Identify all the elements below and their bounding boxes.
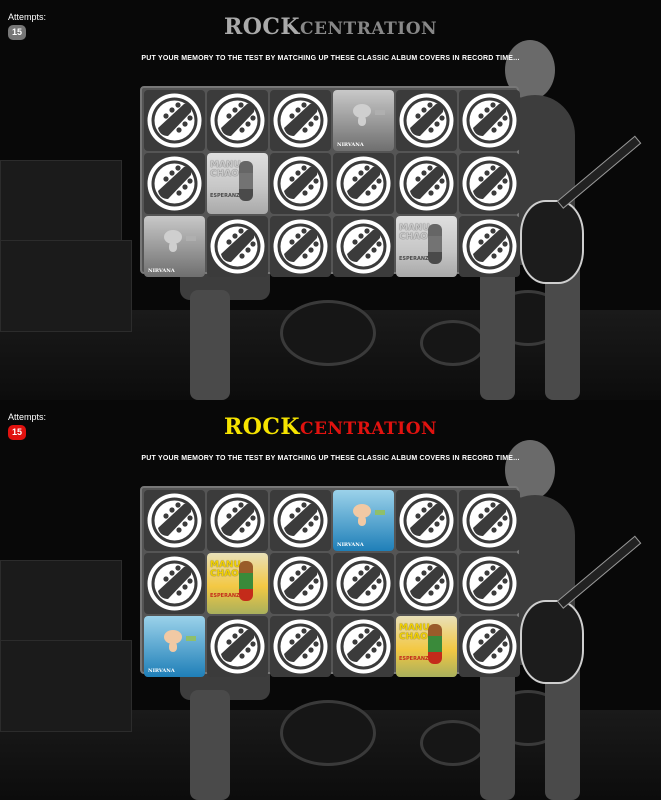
card-back[interactable] (459, 553, 520, 614)
cover-album-label: ESPERANZA (399, 256, 433, 262)
nirvana-nevermind-cover: NIRVANA (333, 90, 394, 151)
guitar-headstock-icon (270, 616, 331, 677)
guitar-headstock-icon (459, 216, 520, 277)
cover-album-label: ESPERANZA (210, 593, 244, 599)
guitar-headstock-icon (396, 553, 457, 614)
manu-chao-esperanza-cover: MANU CHAO ESPERANZA (396, 216, 457, 277)
cover-artist-line2: CHAO (210, 569, 239, 579)
guitar-headstock-icon (333, 616, 394, 677)
card-manu-chao-esperanza[interactable]: MANU CHAO ESPERANZA (396, 616, 457, 677)
card-back[interactable] (459, 153, 520, 214)
guitar-headstock-icon (270, 153, 331, 214)
guitar-headstock-icon (333, 153, 394, 214)
guitar-headstock-icon (270, 90, 331, 151)
cover-artist-line2: CHAO (399, 632, 428, 642)
guitar-headstock-icon (396, 90, 457, 151)
cover-band-label: NIRVANA (337, 542, 364, 548)
card-back[interactable] (396, 553, 457, 614)
card-back[interactable] (207, 616, 268, 677)
card-back[interactable] (333, 216, 394, 277)
card-back[interactable] (333, 553, 394, 614)
card-manu-chao-esperanza[interactable]: MANU CHAO ESPERANZA (207, 553, 268, 614)
card-back[interactable] (459, 90, 520, 151)
guitar-headstock-icon (459, 553, 520, 614)
card-back[interactable] (207, 490, 268, 551)
guitar-headstock-icon (144, 553, 205, 614)
card-back[interactable] (459, 616, 520, 677)
card-manu-chao-esperanza[interactable]: MANU CHAO ESPERANZA (207, 153, 268, 214)
guitar-headstock-icon (459, 90, 520, 151)
nirvana-nevermind-cover: NIRVANA (144, 616, 205, 677)
guitar-headstock-icon (459, 616, 520, 677)
card-board: NIRVANA MANU CHAO ESPERANZA NIRVANA MANU CHAO E… (140, 486, 520, 677)
card-back[interactable] (270, 553, 331, 614)
guitar-headstock-icon (144, 153, 205, 214)
guitar-headstock-icon (270, 216, 331, 277)
manu-chao-esperanza-cover: MANU CHAO ESPERANZA (396, 616, 457, 677)
nirvana-nevermind-cover: NIRVANA (333, 490, 394, 551)
cover-artist-line2: CHAO (399, 232, 428, 242)
card-back[interactable] (333, 153, 394, 214)
card-back[interactable] (270, 616, 331, 677)
tagline: PUT YOUR MEMORY TO THE TEST BY MATCHING … (141, 55, 520, 62)
card-manu-chao-esperanza[interactable]: MANU CHAO ESPERANZA (396, 216, 457, 277)
card-back[interactable] (396, 153, 457, 214)
card-back[interactable] (396, 490, 457, 551)
card-back[interactable] (396, 90, 457, 151)
guitar-headstock-icon (270, 553, 331, 614)
card-nirvana-nevermind[interactable]: NIRVANA (144, 216, 205, 277)
game-screen-grayscale: Attempts: 15 ROCKCENTRATION PUT YOUR MEM… (0, 0, 661, 400)
cover-artist-line2: CHAO (210, 169, 239, 179)
guitar-headstock-icon (207, 216, 268, 277)
card-back[interactable] (459, 216, 520, 277)
guitar-headstock-icon (459, 153, 520, 214)
card-back[interactable] (270, 153, 331, 214)
guitar-headstock-icon (396, 153, 457, 214)
title-centration: CENTRATION (300, 419, 438, 439)
guitar-headstock-icon (207, 90, 268, 151)
cover-album-label: ESPERANZA (210, 193, 244, 199)
manu-chao-esperanza-cover: MANU CHAO ESPERANZA (207, 553, 268, 614)
guitar-headstock-icon (396, 490, 457, 551)
card-nirvana-nevermind[interactable]: NIRVANA (144, 616, 205, 677)
card-nirvana-nevermind[interactable]: NIRVANA (333, 90, 394, 151)
tagline: PUT YOUR MEMORY TO THE TEST BY MATCHING … (141, 455, 520, 462)
nirvana-nevermind-cover: NIRVANA (144, 216, 205, 277)
card-back[interactable] (144, 90, 205, 151)
card-back[interactable] (270, 216, 331, 277)
card-back[interactable] (333, 616, 394, 677)
manu-chao-esperanza-cover: MANU CHAO ESPERANZA (207, 153, 268, 214)
card-nirvana-nevermind[interactable]: NIRVANA (333, 490, 394, 551)
card-back[interactable] (144, 553, 205, 614)
guitar-headstock-icon (144, 90, 205, 151)
card-board: NIRVANA MANU CHAO ESPERANZA NIRVANA MANU CHAO E… (140, 86, 520, 277)
card-back[interactable] (459, 490, 520, 551)
card-back[interactable] (144, 490, 205, 551)
title-rock: ROCK (223, 414, 301, 440)
cover-band-label: NIRVANA (337, 142, 364, 148)
game-title: ROCKCENTRATION (0, 14, 661, 40)
cover-band-label: NIRVANA (148, 268, 175, 274)
guitar-headstock-icon (333, 216, 394, 277)
guitar-headstock-icon (333, 553, 394, 614)
cover-band-label: NIRVANA (148, 668, 175, 674)
card-back[interactable] (207, 90, 268, 151)
guitar-headstock-icon (270, 490, 331, 551)
game-screen-color: Attempts: 15 ROCKCENTRATION PUT YOUR MEM… (0, 400, 661, 800)
title-centration: CENTRATION (300, 19, 438, 39)
game-title: ROCKCENTRATION (0, 414, 661, 440)
cover-album-label: ESPERANZA (399, 656, 433, 662)
card-back[interactable] (270, 490, 331, 551)
card-back[interactable] (207, 216, 268, 277)
guitar-headstock-icon (459, 490, 520, 551)
guitar-headstock-icon (144, 490, 205, 551)
title-rock: ROCK (223, 14, 301, 40)
guitar-headstock-icon (207, 490, 268, 551)
guitar-headstock-icon (207, 616, 268, 677)
card-back[interactable] (144, 153, 205, 214)
card-back[interactable] (270, 90, 331, 151)
